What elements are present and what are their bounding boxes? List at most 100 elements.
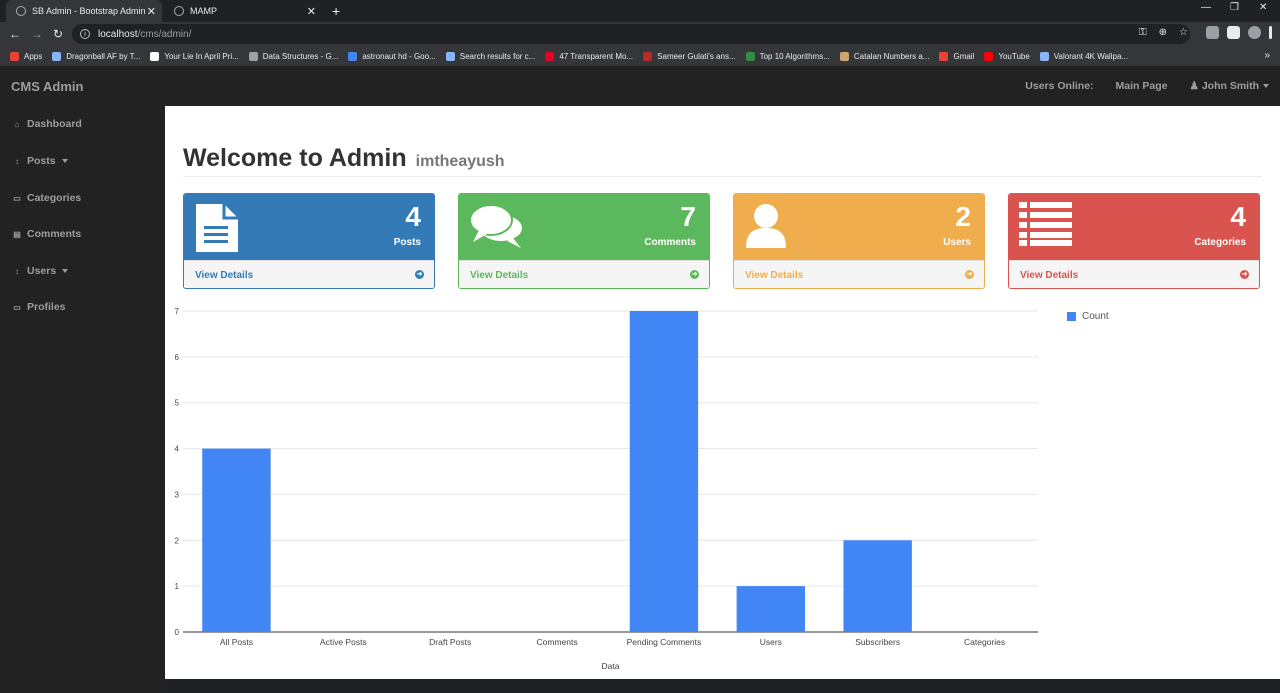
arrow-circle-right-icon: ➜ (1240, 270, 1249, 279)
bookmark-item[interactable]: 47 Transparent Mo... (545, 51, 634, 61)
list-icon (1019, 202, 1073, 251)
forward-icon[interactable]: → (31, 27, 43, 41)
restore-icon[interactable]: ❐ (1230, 2, 1239, 13)
bookmark-item[interactable]: Top 10 Algorithms... (745, 51, 830, 61)
user-icon (744, 202, 788, 255)
panel-heading: 7 Comments (459, 194, 709, 260)
x-tick-label: Users (760, 637, 782, 647)
legend-swatch (1067, 312, 1076, 321)
bookmark-item[interactable]: Gmail (939, 51, 974, 61)
bookmark-label: Your Lie In April Pri... (164, 51, 239, 61)
panel-comments: 7 Comments View Details ➜ (458, 193, 710, 289)
panel-count: 4 (405, 201, 421, 232)
top-navbar: CMS Admin Users Online: Main Page ♟ John… (0, 67, 1280, 106)
new-tab-button[interactable]: + (332, 3, 340, 19)
bookmark-label: astronaut hd - Goo... (362, 51, 436, 61)
dashboard-bar-chart: 0 1 2 3 4 5 6 7 All Posts Active Posts Draft Posts… (175, 307, 1038, 671)
extension-icon[interactable] (1206, 26, 1219, 39)
reload-icon[interactable]: ↻ (53, 27, 63, 41)
globe-icon (174, 6, 184, 16)
x-tick-label: Active Posts (320, 637, 367, 647)
key-icon[interactable]: ⚿ (1139, 27, 1147, 38)
x-tick-label: Subscribers (855, 637, 900, 647)
bookmark-item[interactable]: Catalan Numbers a... (839, 51, 929, 61)
menu-icon[interactable] (1269, 26, 1272, 39)
star-icon[interactable]: ☆ (1179, 27, 1188, 38)
sidebar-item-categories[interactable]: ▭ Categories (12, 192, 81, 204)
y-tick-label: 7 (175, 307, 180, 316)
extensions-area (1206, 26, 1272, 39)
browser-tab-sb-admin[interactable]: SB Admin - Bootstrap Admin Ten ✕ (6, 0, 162, 22)
desktop-icon: ▭ (13, 193, 21, 203)
arrows-icon: ↕ (15, 266, 19, 276)
panel-label: Comments (644, 237, 696, 248)
y-tick-label: 4 (175, 445, 180, 454)
globe-icon (16, 6, 26, 16)
view-details-link[interactable]: View Details ➜ (459, 260, 709, 288)
panel-heading: 2 Users (734, 194, 984, 260)
bookmark-favicon-icon (348, 51, 358, 61)
y-tick-label: 0 (175, 628, 180, 637)
minimize-icon[interactable]: — (1201, 2, 1211, 13)
address-bar[interactable]: i localhost/cms/admin/ (72, 24, 1190, 44)
back-icon[interactable]: ← (9, 27, 21, 41)
caret-down-icon (61, 159, 68, 163)
close-tab-icon[interactable]: ✕ (307, 5, 316, 18)
panel-posts: 4 Posts View Details ➜ (183, 193, 435, 289)
page-header: Welcome to Admin imtheayush (183, 144, 1262, 177)
bookmark-item[interactable]: Your Lie In April Pri... (150, 51, 239, 61)
bookmark-item[interactable]: Search results for c... (445, 51, 535, 61)
bookmark-favicon-icon (839, 51, 849, 61)
bookmark-favicon-icon (10, 51, 19, 61)
tab-title: MAMP (190, 6, 217, 16)
view-details-label: View Details (195, 270, 254, 281)
bookmark-item[interactable]: Valorant 4K Wallpa... (1039, 51, 1129, 61)
user-menu[interactable]: ♟ John Smith (1189, 80, 1269, 92)
sidebar-item-profiles[interactable]: ▭ Profiles (12, 301, 65, 313)
main-content: Welcome to Admin imtheayush 4 Posts View De… (165, 106, 1280, 679)
close-tab-icon[interactable]: ✕ (147, 5, 156, 18)
more-bookmarks-icon[interactable]: » (1264, 50, 1270, 61)
sidebar-item-posts[interactable]: ↕ Posts (12, 155, 68, 167)
bookmark-favicon-icon (150, 51, 160, 61)
sidebar-item-users[interactable]: ↕ Users (12, 265, 69, 277)
tab-title: SB Admin - Bootstrap Admin Ten (32, 6, 147, 16)
dashboard-icon: ⌂ (14, 119, 20, 129)
bar (629, 311, 699, 632)
bookmark-favicon-icon (445, 51, 455, 61)
bookmark-item[interactable]: Sameer Gulati's ans... (643, 51, 736, 61)
bookmark-label: Valorant 4K Wallpa... (1053, 51, 1129, 61)
sidebar-item-label: Categories (27, 192, 82, 204)
x-axis-title: Data (602, 661, 620, 671)
x-tick-label: Categories (964, 637, 1005, 647)
view-details-link[interactable]: View Details ➜ (184, 260, 434, 288)
arrow-circle-right-icon: ➜ (965, 270, 974, 279)
view-details-label: View Details (1020, 270, 1079, 281)
bookmark-item[interactable]: Data Structures - G... (248, 51, 338, 61)
puzzle-icon[interactable] (1227, 26, 1240, 39)
bookmark-label: 47 Transparent Mo... (559, 51, 634, 61)
sidebar-item-dashboard[interactable]: ⌂ Dashboard (12, 118, 82, 130)
bookmark-item[interactable]: YouTube (984, 51, 1030, 61)
brand-link[interactable]: CMS Admin (11, 79, 83, 94)
bookmark-item[interactable]: Apps (10, 51, 42, 61)
x-tick-label: Draft Posts (429, 637, 471, 647)
panel-count: 7 (680, 201, 696, 232)
view-details-link[interactable]: View Details ➜ (734, 260, 984, 288)
close-window-icon[interactable]: ✕ (1259, 2, 1267, 13)
main-page-link[interactable]: Main Page (1116, 80, 1168, 92)
bar (202, 448, 271, 632)
bookmark-favicon-icon (52, 51, 62, 61)
profile-avatar-icon[interactable] (1248, 26, 1261, 39)
y-tick-label: 6 (175, 353, 180, 362)
bookmark-favicon-icon (545, 51, 555, 61)
bookmark-label: Top 10 Algorithms... (759, 51, 830, 61)
bookmark-item[interactable]: astronaut hd - Goo... (348, 51, 436, 61)
zoom-icon[interactable]: ⊕ (1159, 27, 1167, 38)
browser-tab-mamp[interactable]: MAMP ✕ (164, 0, 322, 22)
sidebar-item-comments[interactable]: ▤ Comments (12, 228, 81, 240)
bookmark-item[interactable]: Dragonball AF by T... (52, 51, 140, 61)
bookmark-label: Sameer Gulati's ans... (657, 51, 736, 61)
info-icon[interactable]: i (80, 29, 90, 39)
view-details-link[interactable]: View Details ➜ (1009, 260, 1259, 288)
